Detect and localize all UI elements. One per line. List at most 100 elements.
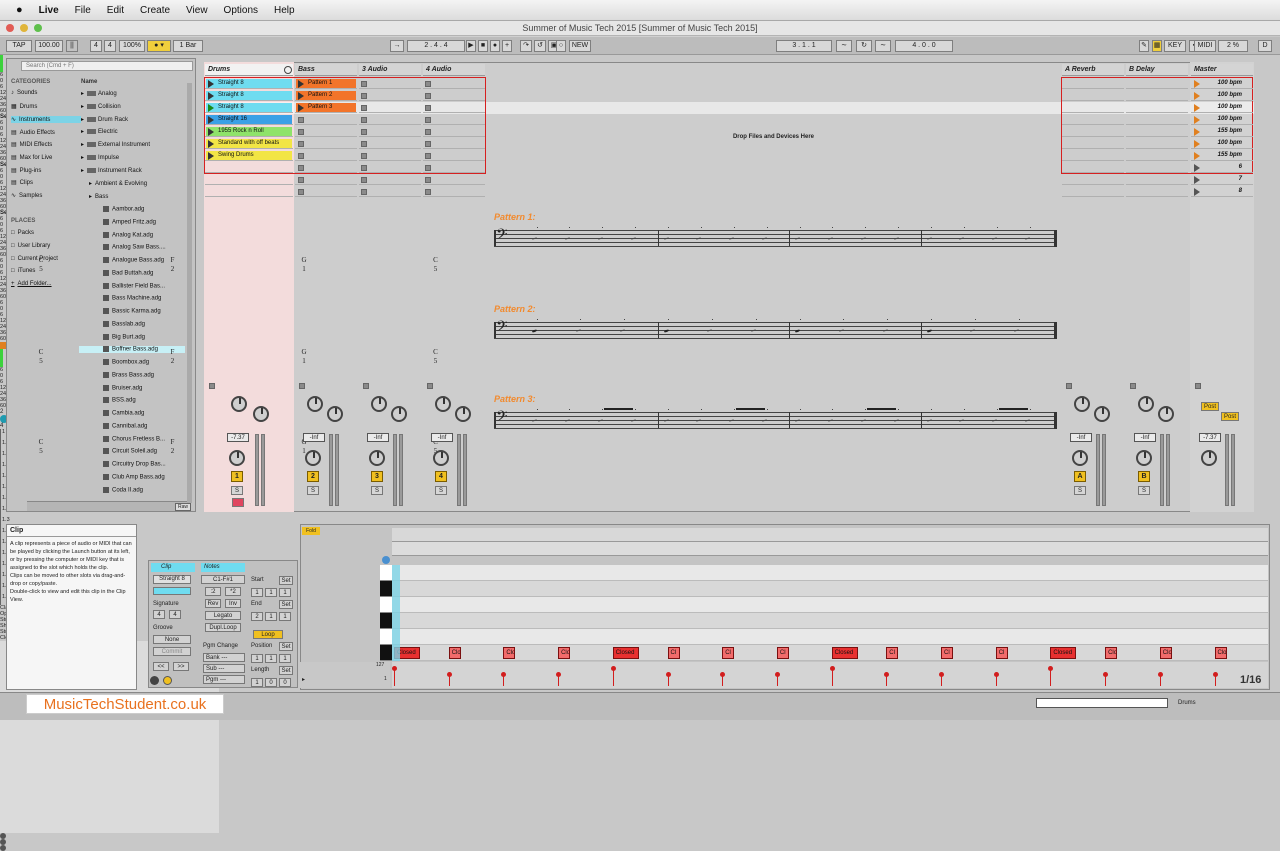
preset-item[interactable]: Basslab.adg: [103, 320, 145, 327]
clip-launch-icon[interactable]: [298, 91, 304, 100]
scene-launch-icon[interactable]: [1194, 115, 1200, 124]
midi-note[interactable]: Cl: [667, 647, 680, 659]
clip-launch-icon[interactable]: [298, 79, 304, 88]
preset-item[interactable]: Analogue Bass.adg: [103, 257, 164, 264]
track-header-b-delay[interactable]: B Delay: [1126, 64, 1188, 76]
preset-item[interactable]: Circuit Soleil.adg: [103, 448, 157, 455]
empty-slot-stop[interactable]: [425, 189, 431, 195]
bass-clip[interactable]: Pattern 1: [296, 79, 356, 88]
scene-launch-icon[interactable]: [1194, 91, 1200, 100]
menu-file[interactable]: File: [75, 5, 91, 16]
velocity-marker[interactable]: [392, 666, 397, 686]
clip-launch-icon[interactable]: [208, 115, 214, 124]
preset-item[interactable]: Circuitry Drop Bas...: [103, 461, 166, 468]
scene-launch-icon[interactable]: [1194, 175, 1200, 184]
legato-button[interactable]: Legato: [205, 611, 241, 620]
preset-item[interactable]: Bassic Karma.adg: [103, 308, 161, 315]
clip-slot[interactable]: [1062, 102, 1124, 113]
clip-slot[interactable]: [423, 150, 485, 161]
clip-slot[interactable]: [1126, 90, 1188, 101]
track-activator-button[interactable]: 2: [307, 471, 319, 482]
clip-slot[interactable]: [295, 114, 357, 125]
search-input[interactable]: Search (Cmd + F): [21, 61, 193, 71]
volume-field[interactable]: -Inf: [1070, 433, 1092, 442]
browser-folder[interactable]: ▸ External Instrument: [81, 141, 150, 148]
send-b-knob[interactable]: [455, 406, 471, 422]
empty-slot-stop[interactable]: [425, 153, 431, 159]
clip-slot[interactable]: [423, 102, 485, 113]
clip-slot[interactable]: [359, 78, 421, 89]
bank-field[interactable]: Bank ---: [203, 653, 245, 662]
drum-clip[interactable]: 1955 Rock n Roll: [206, 127, 292, 136]
clip-slot[interactable]: [359, 126, 421, 137]
send-b-knob[interactable]: [253, 406, 269, 422]
clip-slot[interactable]: [1126, 162, 1188, 173]
post-button[interactable]: Post: [1221, 412, 1239, 421]
velocity-expand-icon[interactable]: ▸: [302, 676, 305, 683]
pan-knob[interactable]: [1136, 450, 1152, 466]
note-lane[interactable]: [392, 645, 1268, 661]
grid-size-label[interactable]: 1/16: [1240, 674, 1261, 686]
empty-slot-stop[interactable]: [361, 117, 367, 123]
clip-slot[interactable]: [1062, 138, 1124, 149]
clip-slot[interactable]: [295, 126, 357, 137]
clip-position-value[interactable]: 1: [251, 588, 263, 597]
zoom-field[interactable]: 100%: [119, 40, 145, 52]
capture-icon[interactable]: ○: [556, 40, 566, 52]
midi-map-button[interactable]: MIDI: [1194, 40, 1216, 52]
clip-slot[interactable]: [1062, 114, 1124, 125]
empty-slot-stop[interactable]: [298, 117, 304, 123]
quantize-menu[interactable]: 1 Bar: [173, 40, 203, 52]
pan-knob[interactable]: [1072, 450, 1088, 466]
track-header-bass[interactable]: Bass: [295, 64, 357, 76]
scene-launch[interactable]: 155 bpm: [1192, 151, 1252, 160]
midi-note[interactable]: Cl: [995, 647, 1008, 659]
midi-note[interactable]: Clo: [1105, 647, 1118, 659]
midi-note[interactable]: Closed: [1050, 647, 1077, 659]
browser-folder[interactable]: ▸ Drum Rack: [81, 116, 128, 123]
track-header-options-icon[interactable]: [284, 66, 292, 74]
scene-launch[interactable]: 155 bpm: [1192, 127, 1252, 136]
drum-clip[interactable]: Straight 8: [206, 103, 292, 112]
velocity-marker[interactable]: [829, 666, 835, 686]
note-lane[interactable]: [392, 565, 1268, 581]
clip-slot[interactable]: [295, 150, 357, 161]
clip-slot[interactable]: [1126, 114, 1188, 125]
tap-button[interactable]: TAP: [6, 40, 32, 52]
clip-slot[interactable]: [1126, 174, 1188, 185]
clip-slot[interactable]: [295, 174, 357, 185]
place-user-library[interactable]: □ User Library: [11, 243, 50, 249]
velocity-marker[interactable]: [884, 672, 890, 686]
bass-clip[interactable]: Pattern 2: [296, 91, 356, 100]
scene-launch-icon[interactable]: [1194, 139, 1200, 148]
clip-slot[interactable]: [295, 138, 357, 149]
key-map-button[interactable]: KEY: [1164, 40, 1186, 52]
category-audio-effects[interactable]: ▤ Audio Effects: [11, 129, 55, 137]
velocity-marker[interactable]: [720, 672, 726, 686]
punch-out-icon[interactable]: ∼: [875, 40, 891, 52]
loop-switch-icon[interactable]: ↻: [856, 40, 872, 52]
clip-position-value[interactable]: 1: [265, 588, 277, 597]
preset-item[interactable]: BSS.adg: [103, 397, 136, 404]
scene-launch[interactable]: 100 bpm: [1192, 79, 1252, 88]
double-length-button[interactable]: *2: [225, 587, 241, 596]
send-b-knob[interactable]: [1094, 406, 1110, 422]
clip-slot[interactable]: [1062, 78, 1124, 89]
velocity-marker[interactable]: [556, 672, 562, 686]
punch-in-icon[interactable]: ∼: [836, 40, 852, 52]
overdub-icon[interactable]: +: [502, 40, 512, 52]
velocity-marker[interactable]: [774, 672, 780, 686]
send-a-knob[interactable]: [307, 396, 323, 412]
play-icon[interactable]: ▶: [466, 40, 476, 52]
browser-folder[interactable]: ▸ Analog: [81, 90, 117, 97]
raw-button[interactable]: Raw: [175, 503, 191, 511]
clip-slot[interactable]: [359, 162, 421, 173]
clip-launch-icon[interactable]: [208, 127, 214, 136]
clip-slot[interactable]: [1126, 126, 1188, 137]
zoom-window-icon[interactable]: [34, 24, 42, 32]
clip-slot[interactable]: [423, 114, 485, 125]
volume-field[interactable]: -Inf: [303, 433, 325, 442]
volume-field[interactable]: -7.37: [1199, 433, 1221, 442]
stop-all-icon[interactable]: [209, 383, 215, 389]
clip-slot[interactable]: [359, 90, 421, 101]
